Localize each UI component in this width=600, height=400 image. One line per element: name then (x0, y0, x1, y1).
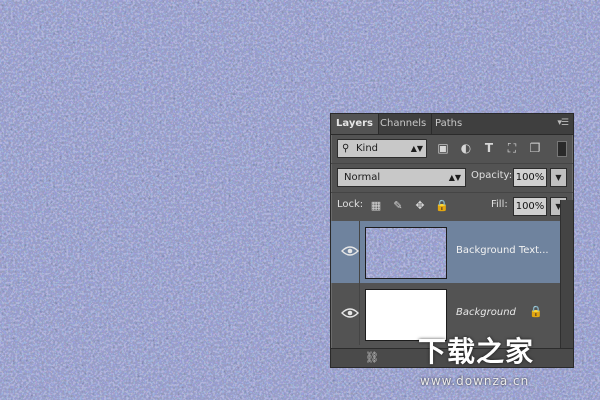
chevron-updown-icon: ▲▼ (410, 144, 423, 153)
filter-kind-label: Kind (356, 143, 379, 154)
type-filter-icon[interactable]: T (481, 140, 497, 156)
filter-kind-select[interactable]: ⚲ Kind ▲▼ (337, 139, 427, 158)
fill-input[interactable]: 100% (513, 197, 547, 216)
divider (359, 283, 360, 345)
opacity-label: Opacity: (471, 170, 513, 181)
eye-icon[interactable] (341, 245, 359, 257)
chevron-updown-icon: ▲▼ (448, 173, 461, 182)
blend-mode-value: Normal (344, 172, 381, 183)
lock-icon: 🔒 (529, 305, 543, 318)
lock-position-icon[interactable]: ✥ (413, 199, 427, 213)
blend-mode-select[interactable]: Normal ▲▼ (337, 168, 466, 187)
layer-name[interactable]: Background Text... (456, 245, 549, 256)
lock-label: Lock: (337, 199, 364, 210)
shape-filter-icon[interactable]: ⛶ (504, 140, 520, 156)
adjustment-filter-icon[interactable]: ◐ (458, 140, 474, 156)
lock-all-icon[interactable]: 🔒 (435, 199, 449, 213)
pixel-filter-icon[interactable]: ▣ (435, 140, 451, 156)
blend-row: Normal ▲▼ Opacity: 100% ▼ (331, 164, 573, 193)
lock-transparent-pixels-icon[interactable]: ▦ (369, 199, 383, 213)
smart-object-filter-icon[interactable]: ❐ (527, 140, 543, 156)
lock-image-pixels-icon[interactable]: ✎ (391, 199, 405, 213)
fill-label: Fill: (491, 199, 508, 210)
tab-channels[interactable]: Channels (375, 114, 433, 134)
watermark-title: 下载之家 (418, 335, 535, 368)
lock-row: Lock: ▦ ✎ ✥ 🔒 Fill: 100% ▼ (331, 193, 573, 222)
tab-paths[interactable]: Paths (430, 114, 467, 134)
filter-row: ⚲ Kind ▲▼ ▣ ◐ T ⛶ ❐ (331, 135, 573, 164)
link-layers-icon[interactable]: ⛓ (365, 351, 379, 364)
panel-menu-icon[interactable]: ▾☰ (557, 118, 569, 128)
opacity-input[interactable]: 100% (513, 168, 547, 187)
filter-toggle[interactable] (557, 141, 567, 157)
eye-icon[interactable] (341, 307, 359, 319)
layer-row-background-texture[interactable]: Background Text... (331, 221, 573, 283)
divider (359, 221, 360, 283)
layer-thumbnail-texture (365, 227, 447, 279)
watermark-url: www.downza.cn (420, 374, 530, 388)
layer-name[interactable]: Background (456, 307, 516, 318)
panel-tab-bar: Layers Channels Paths ▾☰ (331, 114, 573, 135)
site-watermark: 下载之家 www.downza.cn (418, 330, 588, 390)
search-icon: ⚲ (342, 143, 350, 154)
tab-layers[interactable]: Layers (331, 114, 379, 134)
opacity-dropdown-icon[interactable]: ▼ (550, 168, 567, 187)
layers-scrollbar[interactable] (560, 200, 573, 348)
